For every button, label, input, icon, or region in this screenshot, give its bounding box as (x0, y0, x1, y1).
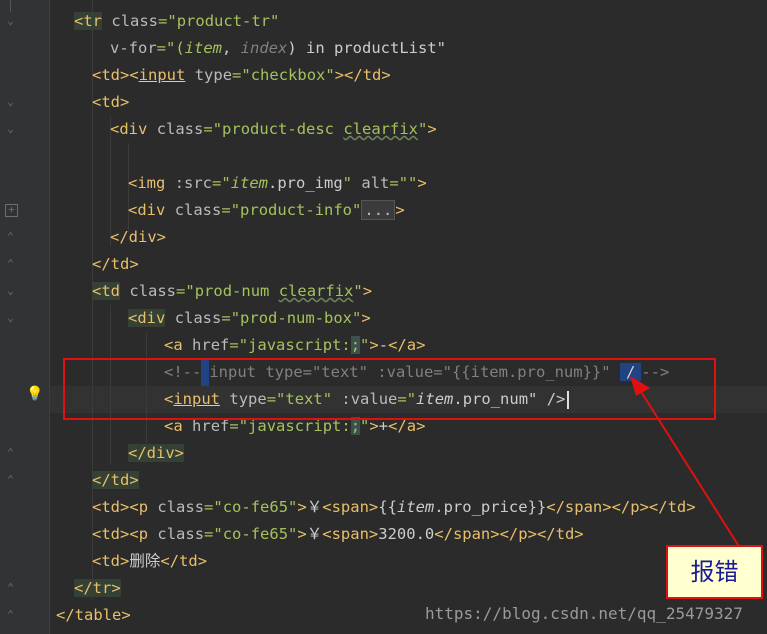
error-callout: 报错 (666, 545, 763, 599)
watermark: https://blog.csdn.net/qq_25479327 (425, 604, 743, 623)
arrow-icon (630, 376, 741, 549)
